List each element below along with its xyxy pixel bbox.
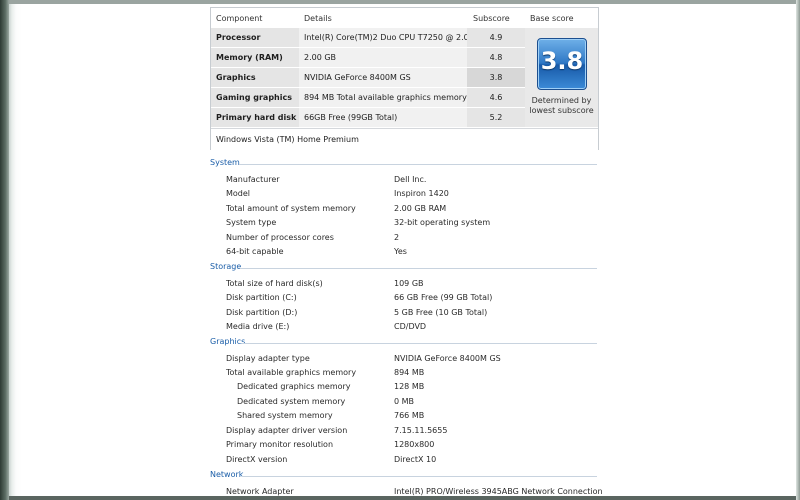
- detail-value: 66 GB Free (99 GB Total): [394, 293, 493, 302]
- section-divider: [242, 476, 597, 477]
- detail-value: 1280x800: [394, 440, 435, 449]
- detail-label: Shared system memory: [237, 411, 333, 420]
- detail-value: 0 MB: [394, 397, 415, 406]
- detail-label: Dedicated system memory: [237, 397, 346, 406]
- section-divider: [240, 268, 597, 269]
- detail-value: NVIDIA GeForce 8400M GS: [394, 354, 501, 363]
- detail-value: 2.00 GB RAM: [394, 204, 447, 213]
- row-component: Primary hard disk: [216, 113, 297, 122]
- base-score-badge: 3.8: [537, 38, 587, 90]
- row-details: 66GB Free (99GB Total): [304, 113, 398, 122]
- detail-label: Total size of hard disk(s): [226, 279, 323, 288]
- performance-score-table: Component Details Subscore Base score Pr…: [210, 7, 599, 150]
- row-subscore: 5.2: [489, 113, 503, 122]
- section-network-title: Network: [210, 470, 244, 479]
- table-row: Graphics NVIDIA GeForce 8400M GS 3.8: [211, 68, 525, 87]
- window-bottom-edge: [0, 496, 800, 500]
- row-component: Memory (RAM): [216, 53, 283, 62]
- header-base-score: Base score: [530, 14, 574, 23]
- detail-label: Total available graphics memory: [226, 368, 357, 377]
- table-header: Component Details Subscore Base score: [211, 8, 598, 28]
- detail-value: 32-bit operating system: [394, 218, 491, 227]
- window-top-edge: [0, 0, 800, 4]
- window-right-frame: [796, 0, 800, 500]
- table-row: Memory (RAM) 2.00 GB 4.8: [211, 48, 525, 67]
- base-score-value: 3.8: [540, 47, 584, 75]
- detail-value: Inspiron 1420: [394, 189, 449, 198]
- detail-label: Display adapter type: [226, 354, 310, 363]
- base-score-panel: 3.8 Determined by lowest subscore: [525, 28, 598, 127]
- detail-value: 7.15.11.5655: [394, 426, 448, 435]
- row-subscore-lowest: 3.8: [489, 73, 503, 82]
- row-component: Processor: [216, 33, 261, 42]
- detail-value: 109 GB: [394, 279, 424, 288]
- os-edition-row: Windows Vista (TM) Home Premium: [211, 128, 598, 150]
- section-graphics-title: Graphics: [210, 337, 246, 346]
- section-divider: [239, 164, 597, 165]
- table-row: Processor Intel(R) Core(TM)2 Duo CPU T72…: [211, 28, 525, 47]
- header-subscore: Subscore: [473, 14, 510, 23]
- detail-value: 128 MB: [394, 382, 425, 391]
- window-left-frame: [0, 0, 9, 500]
- table-row: Gaming graphics 894 MB Total available g…: [211, 88, 525, 107]
- detail-label: Dedicated graphics memory: [237, 382, 351, 391]
- detail-value: 5 GB Free (10 GB Total): [394, 308, 488, 317]
- detail-value: 2: [394, 233, 400, 242]
- detail-label: Media drive (E:): [226, 322, 290, 331]
- detail-label: Disk partition (C:): [226, 293, 297, 302]
- row-component: Graphics: [216, 73, 256, 82]
- detail-label: DirectX version: [226, 455, 288, 464]
- os-edition-text: Windows Vista (TM) Home Premium: [216, 135, 359, 144]
- detail-value: CD/DVD: [394, 322, 427, 331]
- table-row: Primary hard disk 66GB Free (99GB Total)…: [211, 108, 525, 127]
- detail-value: 894 MB: [394, 368, 425, 377]
- detail-label: 64-bit capable: [226, 247, 284, 256]
- detail-label: Model: [226, 189, 251, 198]
- detail-value: Dell Inc.: [394, 175, 427, 184]
- row-details: 2.00 GB: [304, 53, 337, 62]
- header-details: Details: [304, 14, 332, 23]
- detail-label: Total amount of system memory: [226, 204, 356, 213]
- detail-value: DirectX 10: [394, 455, 437, 464]
- base-score-caption-line-2: lowest subscore: [529, 106, 594, 115]
- section-divider: [242, 343, 597, 344]
- row-details: 894 MB Total available graphics memory: [304, 93, 467, 102]
- detail-value: Yes: [394, 247, 407, 256]
- section-system-title: System: [210, 158, 240, 167]
- base-score-caption-line-1: Determined by: [531, 96, 592, 105]
- detail-label: System type: [226, 218, 277, 227]
- detail-label: Manufacturer: [226, 175, 280, 184]
- header-component: Component: [216, 14, 263, 23]
- detail-label: Network Adapter: [226, 487, 294, 496]
- row-details: NVIDIA GeForce 8400M GS: [304, 73, 411, 82]
- detail-label: Disk partition (D:): [226, 308, 298, 317]
- row-subscore: 4.8: [489, 53, 503, 62]
- row-component: Gaming graphics: [216, 93, 292, 102]
- detail-value: 766 MB: [394, 411, 425, 420]
- detail-label: Number of processor cores: [226, 233, 334, 242]
- row-details: Intel(R) Core(TM)2 Duo CPU T7250 @ 2.00G…: [304, 33, 491, 42]
- base-score-caption: Determined by lowest subscore: [525, 96, 598, 116]
- section-storage-title: Storage: [210, 262, 242, 271]
- detail-label: Primary monitor resolution: [226, 440, 334, 449]
- row-subscore: 4.9: [489, 33, 503, 42]
- detail-value: Intel(R) PRO/Wireless 3945ABG Network Co…: [394, 487, 603, 496]
- detail-label: Display adapter driver version: [226, 426, 348, 435]
- row-subscore: 4.6: [489, 93, 503, 102]
